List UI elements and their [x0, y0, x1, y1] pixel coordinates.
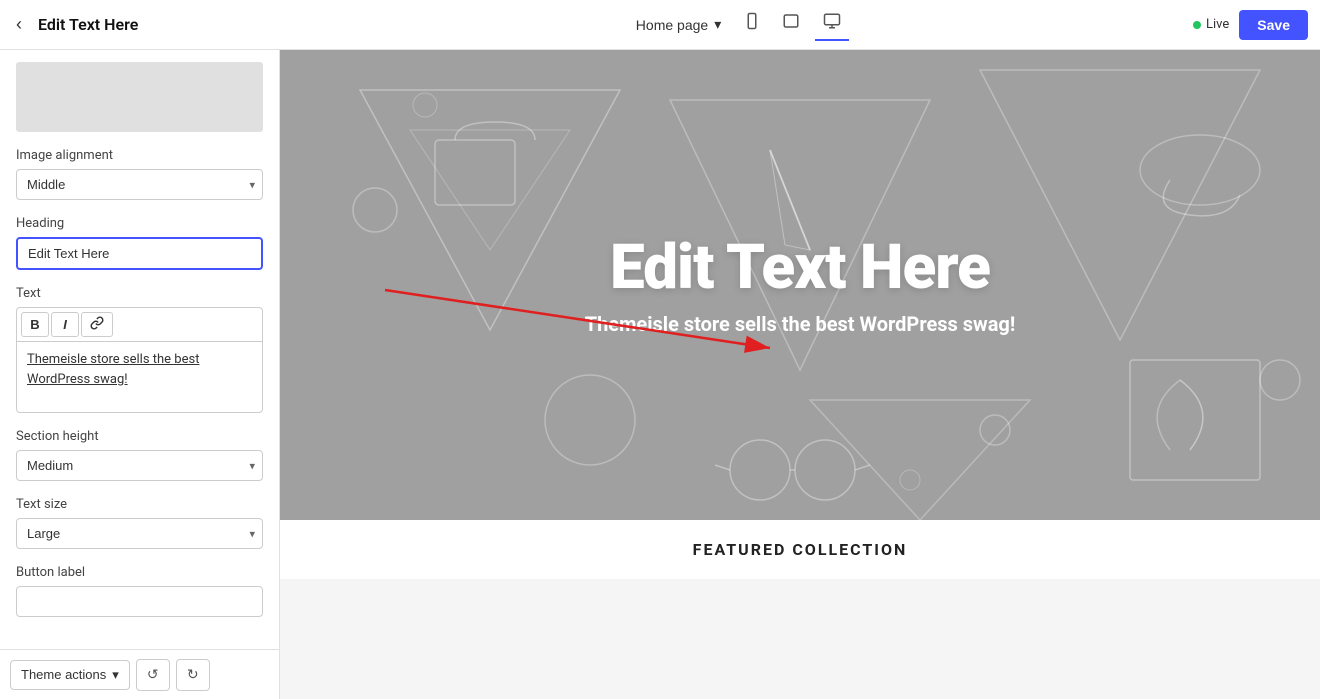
- image-alignment-label: Image alignment: [16, 148, 263, 163]
- text-content-area[interactable]: Themeisle store sells the best WordPress…: [17, 342, 262, 412]
- save-button[interactable]: Save: [1239, 10, 1308, 40]
- text-size-label: Text size: [16, 497, 263, 512]
- button-label-label: Button label: [16, 565, 263, 580]
- text-size-select[interactable]: Large Small Medium: [16, 518, 263, 549]
- left-panel: Image alignment Middle Left Right ▾ Head…: [0, 50, 280, 699]
- device-desktop-button[interactable]: [815, 8, 849, 41]
- panel-title: Edit Text Here: [38, 15, 138, 34]
- bold-button[interactable]: B: [21, 312, 49, 337]
- top-bar-center: Home page ▾: [292, 8, 1193, 41]
- text-content: Themeisle store sells the best WordPress…: [27, 352, 199, 387]
- heading-group: Heading: [16, 216, 263, 270]
- redo-button[interactable]: ↻: [176, 659, 210, 691]
- image-alignment-wrapper: Middle Left Right ▾: [16, 169, 263, 200]
- top-bar: ‹ Edit Text Here Home page ▾ Live Save: [0, 0, 1320, 50]
- featured-section: FEATURED COLLECTION: [280, 520, 1320, 579]
- italic-button[interactable]: I: [51, 312, 79, 337]
- device-icons: [737, 8, 849, 41]
- text-editor: B I Themeisle store sells the best WordP…: [16, 307, 263, 413]
- section-height-group: Section height Medium Small Large ▾: [16, 429, 263, 481]
- heading-label: Heading: [16, 216, 263, 231]
- live-indicator: Live: [1193, 17, 1229, 32]
- image-alignment-group: Image alignment Middle Left Right ▾: [16, 148, 263, 200]
- section-height-wrapper: Medium Small Large ▾: [16, 450, 263, 481]
- text-group: Text B I Themeisle store sells the best …: [16, 286, 263, 413]
- left-panel-content: Image alignment Middle Left Right ▾ Head…: [0, 50, 279, 649]
- image-alignment-select[interactable]: Middle Left Right: [16, 169, 263, 200]
- link-button[interactable]: [81, 312, 113, 337]
- live-label: Live: [1206, 17, 1229, 32]
- top-bar-left: ‹ Edit Text Here: [12, 10, 292, 39]
- section-height-label: Section height: [16, 429, 263, 444]
- main-layout: Image alignment Middle Left Right ▾ Head…: [0, 50, 1320, 699]
- text-size-group: Text size Large Small Medium ▾: [16, 497, 263, 549]
- heading-input[interactable]: [16, 237, 263, 270]
- page-dropdown[interactable]: Home page ▾: [636, 16, 721, 33]
- featured-title: FEATURED COLLECTION: [693, 540, 908, 559]
- text-toolbar: B I: [17, 308, 262, 342]
- theme-actions-button[interactable]: Theme actions ▾: [10, 660, 130, 690]
- top-bar-right: Live Save: [1193, 10, 1308, 40]
- button-label-input[interactable]: [16, 586, 263, 617]
- back-button[interactable]: ‹: [12, 10, 26, 39]
- hero-subtext: Themeisle store sells the best WordPress…: [585, 312, 1016, 336]
- text-label: Text: [16, 286, 263, 301]
- canvas-area: Edit Text Here Themeisle store sells the…: [280, 50, 1320, 699]
- live-dot: [1193, 21, 1201, 29]
- theme-actions-label: Theme actions: [21, 667, 106, 682]
- hero-heading: Edit Text Here: [585, 234, 1016, 302]
- image-placeholder: [16, 62, 263, 132]
- device-mobile-button[interactable]: [737, 8, 767, 41]
- undo-button[interactable]: ↺: [136, 659, 170, 691]
- device-tablet-button[interactable]: [775, 8, 807, 41]
- hero-text-container: Edit Text Here Themeisle store sells the…: [585, 234, 1016, 336]
- page-dropdown-label: Home page: [636, 17, 708, 33]
- theme-actions-arrow: ▾: [112, 667, 119, 683]
- page-dropdown-arrow: ▾: [714, 16, 721, 33]
- hero-section: Edit Text Here Themeisle store sells the…: [280, 50, 1320, 520]
- bottom-bar: Theme actions ▾ ↺ ↻: [0, 649, 279, 699]
- section-height-select[interactable]: Medium Small Large: [16, 450, 263, 481]
- text-size-wrapper: Large Small Medium ▾: [16, 518, 263, 549]
- button-label-group: Button label: [16, 565, 263, 617]
